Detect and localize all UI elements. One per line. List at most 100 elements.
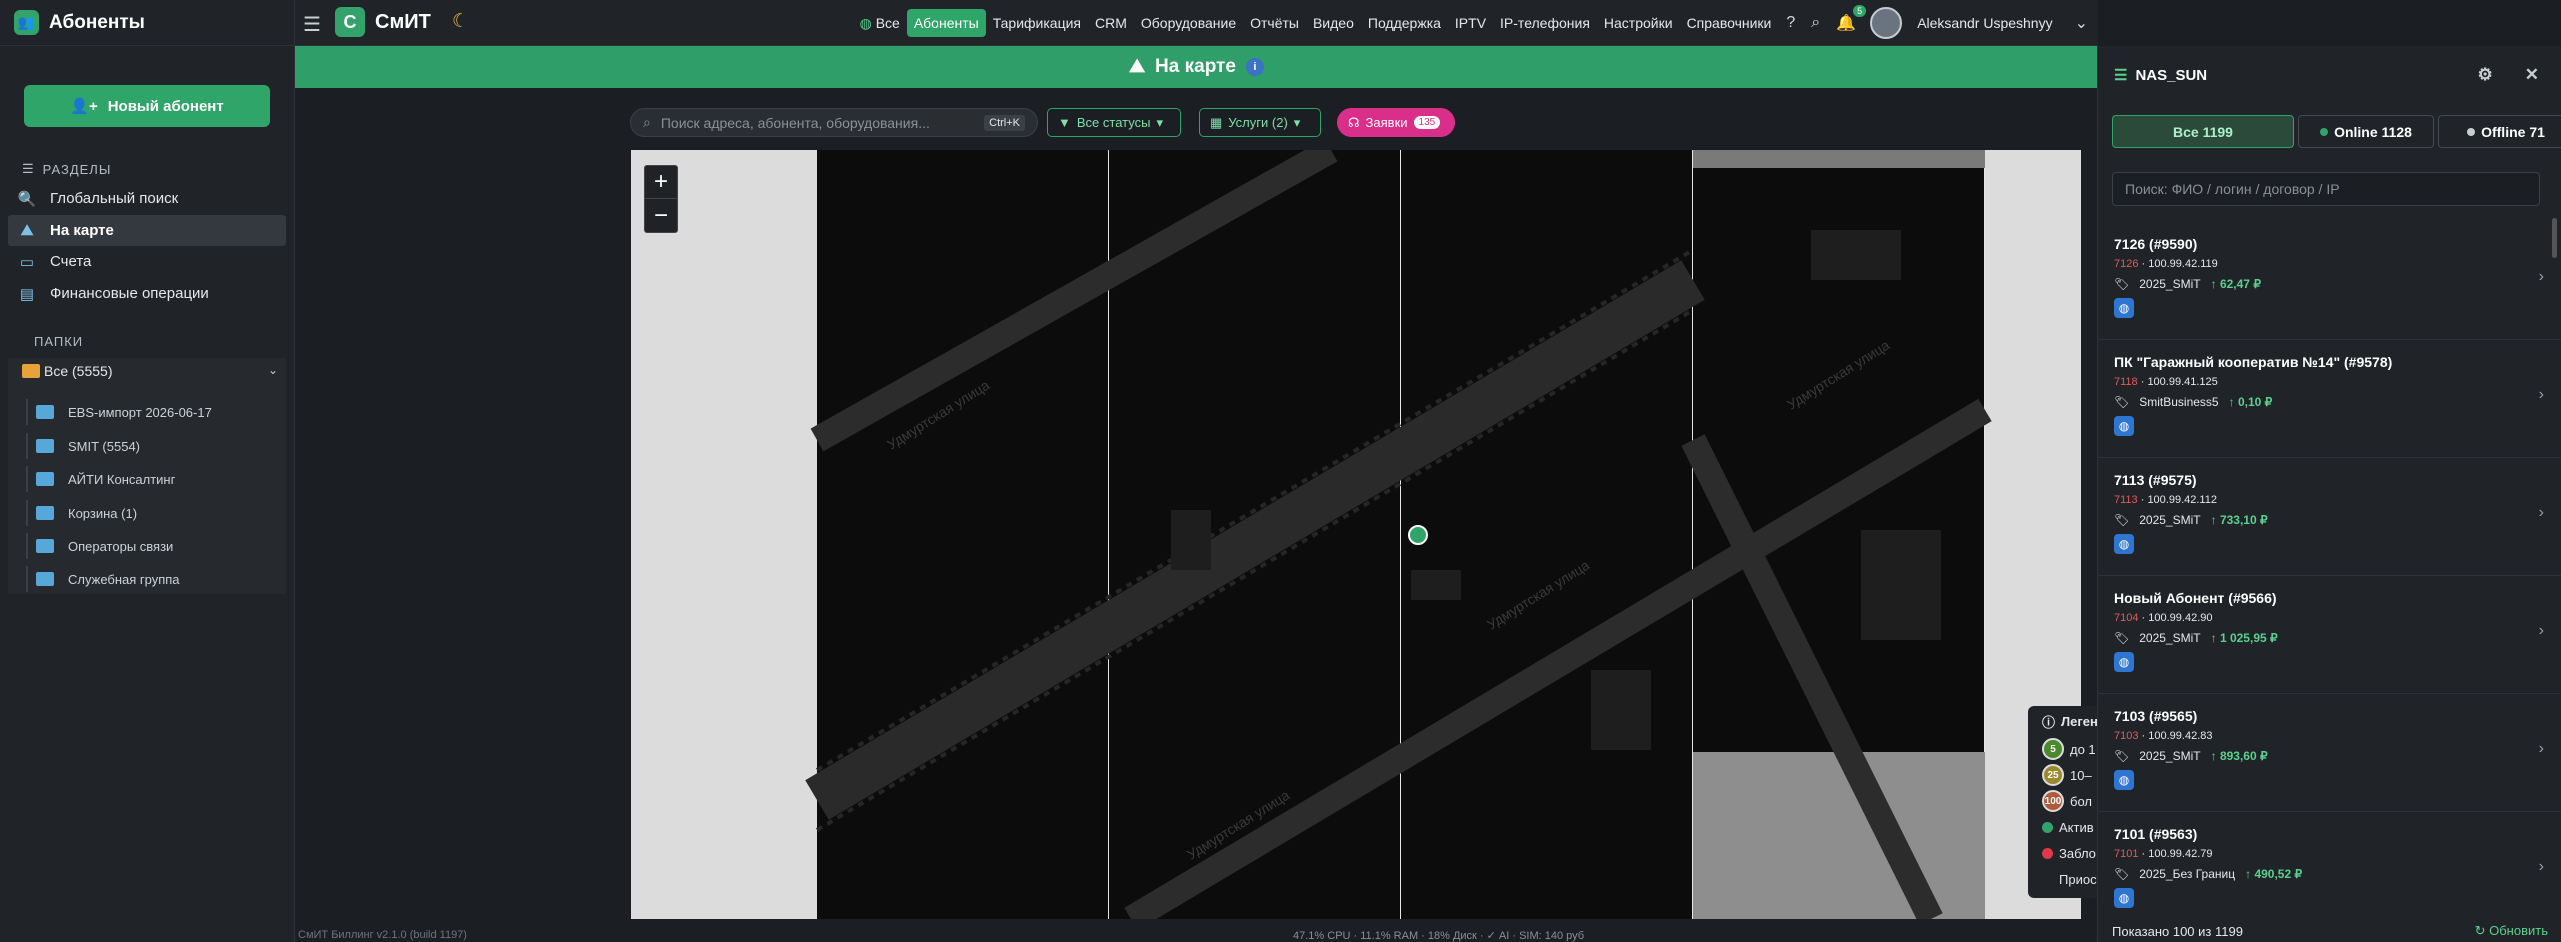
map-canvas[interactable]: Удмуртская улица Удмуртская улица Удмурт… (631, 150, 2081, 919)
services-filter-dropdown[interactable]: ▦ Услуги (2) ▾ (1199, 108, 1321, 137)
chevron-right-icon[interactable]: › (2539, 386, 2544, 404)
tab-online[interactable]: Online 1128 (2298, 115, 2434, 148)
folder-item[interactable]: EBS-импорт 2026-06-17 (26, 399, 212, 425)
grid-icon: ▦ (1210, 114, 1223, 130)
server-icon: ☰ (2114, 67, 2128, 84)
hamburger-icon[interactable]: ☰ (303, 12, 321, 37)
new-subscriber-button[interactable]: 👤+ Новый абонент (24, 85, 270, 127)
list-item[interactable]: 7126 (#9590) 7126 · 100.99.42.119 🏷 2025_SM… (2098, 222, 2561, 340)
filter-icon: ▼ (1058, 115, 1071, 130)
list-item[interactable]: Новый Абонент (#9566) 7104 · 100.99.42.90… (2098, 576, 2561, 694)
globe-icon[interactable]: ◍ (2114, 534, 2134, 554)
tab-offline[interactable]: Offline 71 (2438, 115, 2561, 148)
brand-logo-icon: C (335, 7, 365, 37)
tag-icon: 🏷 (2114, 277, 2130, 291)
list-item[interactable]: 7101 (#9563) 7101 · 100.99.42.79 🏷 2025_Без… (2098, 812, 2561, 916)
map-marker[interactable] (1408, 525, 1428, 545)
globe-icon[interactable]: ◍ (2114, 298, 2134, 318)
ledger-icon: ▤ (19, 285, 35, 303)
menu-item-video[interactable]: Видео (1306, 9, 1361, 37)
globe-icon[interactable]: ◍ (2114, 652, 2134, 672)
nav-on-map[interactable]: ⛰ На карте (8, 215, 286, 246)
subscriber-meta: 7113 · 100.99.42.112 (2114, 494, 2217, 506)
globe-icon[interactable]: ◍ (2114, 416, 2134, 436)
menu-item-iptv[interactable]: IPTV (1448, 9, 1493, 37)
zoom-in-button[interactable]: + (645, 166, 677, 199)
menu-item-directories[interactable]: Справочники (1680, 9, 1779, 37)
subscriber-login: 7118 (2114, 376, 2138, 388)
chevron-down-icon[interactable]: ⌄ (268, 363, 278, 377)
panel-header: ☰ NAS_SUN ⚙ ✕ (2098, 46, 2561, 104)
tag-icon: 🏷 (2114, 749, 2130, 763)
subscriber-balance: ↑ 1 025,95 ₽ (2210, 631, 2278, 645)
avatar[interactable] (1870, 7, 1903, 39)
user-name[interactable]: Aleksandr Uspeshnyy (1910, 9, 2066, 37)
menu-item-settings[interactable]: Настройки (1597, 9, 1680, 37)
notification-badge: 5 (1853, 5, 1867, 17)
menu-item-equipment[interactable]: Оборудование (1134, 9, 1243, 37)
folder-item[interactable]: Служебная группа (26, 566, 180, 592)
map-search-input[interactable]: ⌕ Поиск адреса, абонента, оборудования..… (630, 108, 1038, 137)
list-item[interactable]: 7103 (#9565) 7103 · 100.99.42.83 🏷 2025_SMi… (2098, 694, 2561, 812)
status-filter-dropdown[interactable]: ▼ Все статусы ▾ (1047, 108, 1181, 137)
subscriber-meta: 7101 · 100.99.42.79 (2114, 848, 2213, 860)
menu-item-crm[interactable]: CRM (1088, 9, 1134, 37)
nav-invoices[interactable]: ▭ Счета (8, 246, 286, 277)
info-icon[interactable]: i (1245, 58, 1264, 76)
subscriber-title: ПК "Гаражный кооператив №14" (#9578) (2114, 354, 2393, 370)
chevron-right-icon[interactable]: › (2539, 504, 2544, 522)
help-icon[interactable]: ? (1778, 14, 1803, 32)
panel-search-input[interactable]: Поиск: ФИО / логин / договор / IP (2112, 172, 2540, 206)
subscriber-meta: 7104 · 100.99.42.90 (2114, 612, 2213, 624)
refresh-button[interactable]: ↻ Обновить (2475, 923, 2548, 939)
subscriber-tariff: 2025_Без Границ (2139, 867, 2236, 881)
menu-item-tariffs[interactable]: Тарификация (986, 9, 1088, 37)
keyboard-shortcut: Ctrl+K (984, 114, 1025, 131)
panel-title: NAS_SUN (2135, 66, 2208, 84)
folder-item[interactable]: АЙТИ Консалтинг (26, 466, 175, 492)
user-plus-icon: 👤+ (70, 98, 98, 115)
map-users-icon: ⛰ (1129, 56, 1146, 77)
folder-icon: ▭ (19, 253, 35, 271)
new-subscriber-label: Новый абонент (107, 97, 224, 115)
folder-all[interactable]: Все (5555) (22, 363, 112, 379)
tag-icon: 🏷 (2114, 513, 2130, 527)
version-label: СмИТ Биллинг v2.1.0 (build 1197) (298, 929, 467, 941)
tab-all[interactable]: Все 1199 (2112, 115, 2294, 148)
gear-icon[interactable]: ⚙ (2478, 65, 2493, 85)
nav-label: Глобальный поиск (50, 190, 179, 207)
menu-item-support[interactable]: Поддержка (1361, 9, 1448, 37)
chevron-right-icon[interactable]: › (2539, 268, 2544, 286)
folder-item[interactable]: SMIT (5554) (26, 433, 140, 459)
brand[interactable]: C СмИТ (335, 7, 431, 37)
status-dot-icon (2320, 127, 2329, 136)
cluster-icon: 100 (2042, 790, 2064, 812)
requests-toggle[interactable]: ☊ Заявки 135 (1337, 108, 1455, 137)
map-road (810, 150, 1338, 452)
list-item[interactable]: ПК "Гаражный кооператив №14" (#9578) 7118… (2098, 340, 2561, 458)
globe-icon[interactable]: ◍ (2114, 770, 2134, 790)
cluster-icon: 25 (2042, 764, 2064, 786)
close-icon[interactable]: ✕ (2525, 65, 2539, 85)
legend-row: 5 до 1 (2028, 736, 2098, 762)
globe-icon[interactable]: ◍ (2114, 888, 2134, 908)
folder-item[interactable]: Операторы связи (26, 533, 173, 559)
nav-global-search[interactable]: 🔍 Глобальный поиск (8, 183, 286, 214)
menu-item-reports[interactable]: Отчёты (1243, 9, 1306, 37)
menu-item-ip-telephony[interactable]: IP-телефония (1493, 9, 1597, 37)
zoom-control: + − (644, 165, 678, 233)
menu-item-subscribers[interactable]: Абоненты (906, 9, 986, 37)
menu-item-all[interactable]: ◍ Все (853, 9, 907, 38)
bell-icon[interactable]: 🔔 5 (1828, 5, 1867, 33)
moon-icon[interactable]: ☾ (452, 10, 469, 33)
nav-financial-operations[interactable]: ▤ Финансовые операции (8, 278, 286, 309)
subscriber-login: 7101 (2114, 848, 2139, 860)
chevron-right-icon[interactable]: › (2539, 858, 2544, 876)
zoom-out-button[interactable]: − (645, 199, 677, 232)
chevron-right-icon[interactable]: › (2539, 740, 2544, 758)
chevron-right-icon[interactable]: › (2539, 622, 2544, 640)
search-icon[interactable]: ⌕ (1803, 14, 1828, 32)
folder-item[interactable]: Корзина (1) (26, 500, 137, 526)
chevron-down-icon[interactable]: ⌄ (2067, 13, 2098, 33)
list-item[interactable]: 7113 (#9575) 7113 · 100.99.42.112 🏷 2025_SM… (2098, 458, 2561, 576)
